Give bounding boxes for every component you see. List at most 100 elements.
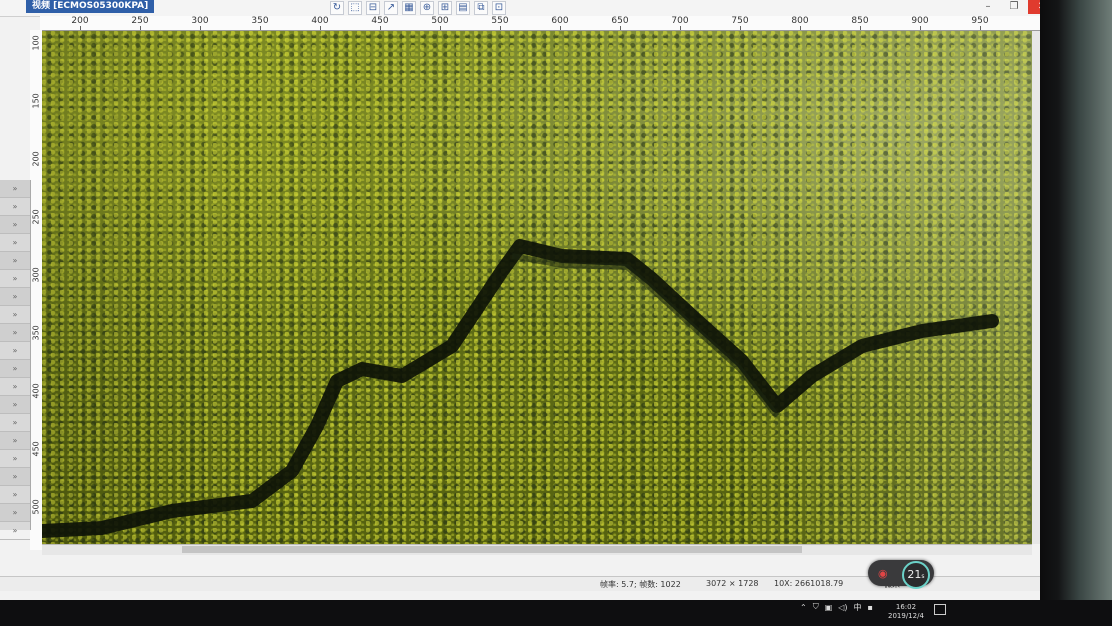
ruler-top-tick: 500 [431,16,449,26]
timer-unit: s [921,573,925,580]
ruler-top-tick: 800 [791,16,809,26]
horizontal-scrollbar[interactable] [42,544,1032,555]
ruler-top-tickline [560,26,561,30]
side-panel-row[interactable]: » [0,306,30,324]
resolution-text: 3072 × 1728 [706,579,759,588]
network-icon[interactable]: ▣ [825,603,833,612]
ruler-top-tickline [620,26,621,30]
side-panel-row[interactable]: » [0,216,30,234]
layer-icon[interactable]: ▤ [456,1,470,15]
side-panel-row[interactable]: » [0,342,30,360]
ruler-top-tick: 300 [191,16,209,26]
ruler-top-tickline [800,26,801,30]
side-panel-row[interactable]: » [0,378,30,396]
side-panel-row[interactable]: » [0,522,30,540]
volume-icon[interactable]: ◁) [838,603,847,612]
group-icon[interactable]: ▦ [402,1,416,15]
vertical-scrollbar[interactable] [1032,31,1040,544]
horizontal-scroll-thumb[interactable] [182,546,802,553]
system-tray: ⌃ ⛉ ▣ ◁) 中 ▪ [800,598,873,616]
side-panel-row[interactable]: » [0,288,30,306]
rotate-icon[interactable]: ↻ [330,1,344,15]
app-tray-icon[interactable]: ▪ [868,603,873,612]
notification-icon[interactable] [934,604,946,615]
copy-icon[interactable]: ⧉ [474,1,488,15]
alert-icon: ◉ [878,567,888,580]
clock-time: 16:02 [895,603,917,611]
ruler-left-tick: 150 [31,93,41,109]
ruler-top-tick: 750 [731,16,749,26]
close-button[interactable]: ✕ [1028,0,1040,14]
side-panel-row[interactable]: » [0,396,30,414]
side-panel-row[interactable]: » [0,252,30,270]
crack-line [42,239,999,538]
ruler-left-tick: 350 [31,325,41,341]
side-panel-row[interactable]: » [0,270,30,288]
minimize-button[interactable]: – [974,0,1002,14]
align-icon[interactable]: ⊟ [366,1,380,15]
crack-shadow [511,253,780,418]
crop-icon[interactable]: ⊡ [492,1,506,15]
ruler-top-tickline [80,26,81,30]
taskbar-clock[interactable]: 16:02 2019/12/4 [888,603,924,621]
ruler-left-tick: 400 [31,383,41,399]
ruler-top-tick: 400 [311,16,329,26]
ruler-top-tick: 250 [131,16,149,26]
side-panel: »»»»»»»»»»»»»»»»»»»» [0,180,31,540]
ruler-top-tickline [320,26,321,30]
ruler-top-tickline [980,26,981,30]
side-panel-row[interactable]: » [0,360,30,378]
frame-rate-text: 帧率: 5.7; 帧数: 1022 [600,580,681,589]
ruler-top-tickline [260,26,261,30]
ruler-top-tick: 600 [551,16,569,26]
maximize-button[interactable]: ❐ [1000,0,1028,14]
side-panel-row[interactable]: » [0,432,30,450]
side-panel-row[interactable]: » [0,198,30,216]
ruler-top-tick: 950 [971,16,989,26]
monitor-widget[interactable]: ◉ 21s [868,560,934,589]
side-panel-row[interactable]: » [0,468,30,486]
ruler-top-tick: 700 [671,16,689,26]
title-bar: 视频 [ECMOS05300KPA] ↻ ⬚ ⊟ ↗ ▦ ⊕ ⊞ ▤ ⧉ ⊡ – ❐ ✕ [0,0,1040,17]
crack-overlay [42,239,999,538]
ruler-left-tick: 200 [31,151,41,167]
ruler-top-tick: 450 [371,16,389,26]
chevron-up-icon[interactable]: ⌃ [800,603,807,612]
ruler-left-tick: 300 [31,267,41,283]
ruler-top-tickline [680,26,681,30]
side-panel-row[interactable]: » [0,324,30,342]
ruler-top-tick: 650 [611,16,629,26]
ruler-top-tickline [860,26,861,30]
toolbar: ↻ ⬚ ⊟ ↗ ▦ ⊕ ⊞ ▤ ⧉ ⊡ [330,0,506,16]
ime-indicator[interactable]: 中 [854,602,862,613]
side-panel-row[interactable]: » [0,486,30,504]
ruler-top-tickline [500,26,501,30]
side-panel-row[interactable]: » [0,234,30,252]
timer-value: 21 [907,568,922,581]
side-panel-row[interactable]: » [0,504,30,522]
document-tab[interactable]: 视频 [ECMOS05300KPA] [26,0,155,13]
ruler-top-tickline [380,26,381,30]
ruler-top-tick: 850 [851,16,869,26]
ruler-top-tick: 200 [71,16,89,26]
clock-date: 2019/12/4 [888,612,924,620]
select-icon[interactable]: ⬚ [348,1,362,15]
shield-icon[interactable]: ⛉ [813,602,819,612]
microscope-image[interactable] [42,31,1032,544]
magnification-text: 10X: 2661018.79 [774,579,844,588]
side-panel-row[interactable]: » [0,180,30,198]
ruler-top-tickline [740,26,741,30]
side-panel-row[interactable]: » [0,450,30,468]
ruler-left-tick: 250 [31,209,41,225]
arrow-icon[interactable]: ↗ [384,1,398,15]
distribute-icon[interactable]: ⊞ [438,1,452,15]
measure-icon[interactable]: ⊕ [420,1,434,15]
ruler-left-tick: 500 [31,499,41,515]
monitor-bezel-right [1040,0,1112,626]
ruler-left-tick: 100 [31,35,41,51]
ruler-top-tickline [920,26,921,30]
side-panel-row[interactable]: » [0,414,30,432]
ruler-top-tickline [200,26,201,30]
timer-dial: 21s [902,561,930,589]
ruler-top-tick: 350 [251,16,269,26]
